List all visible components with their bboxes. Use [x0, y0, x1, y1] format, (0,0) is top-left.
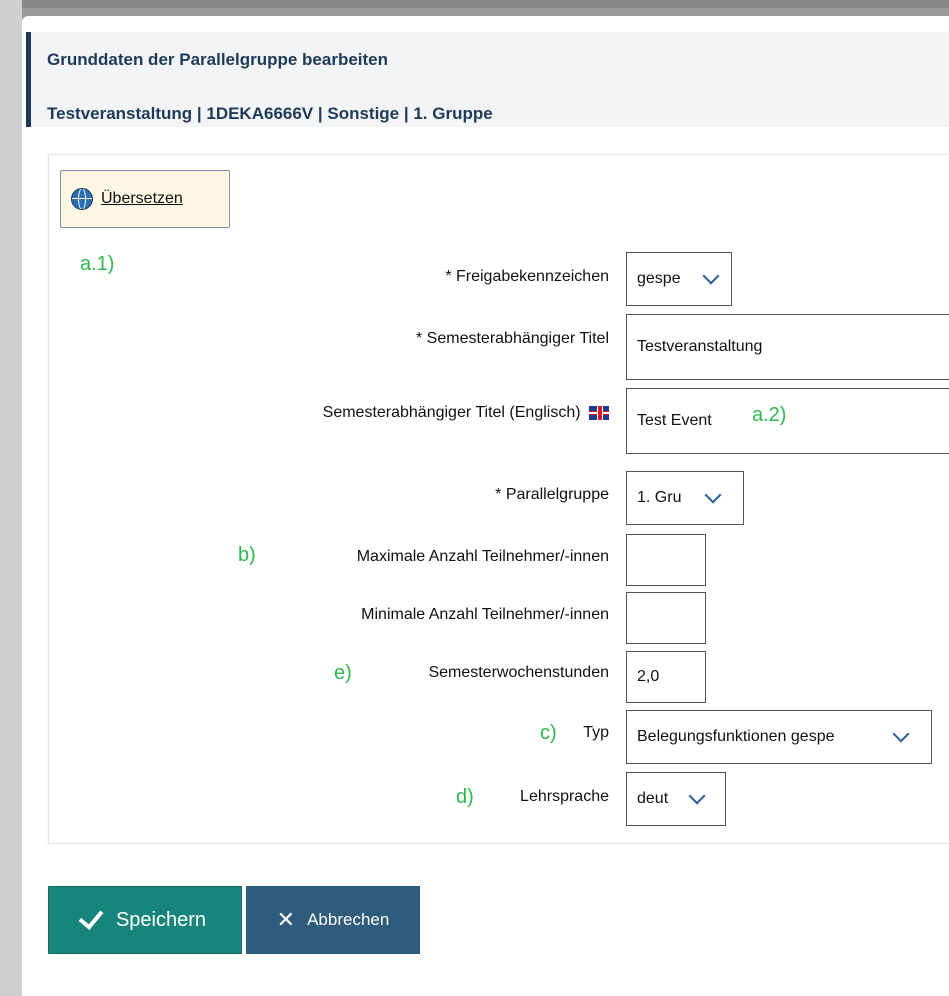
sws-input[interactable]: 2,0: [626, 651, 706, 703]
freigabe-select[interactable]: gespe: [626, 252, 732, 306]
parallelgruppe-select[interactable]: 1. Gru: [626, 471, 744, 525]
chevron-down-icon: [702, 267, 720, 285]
title-de-label: * Semesterabhängiger Titel: [416, 330, 609, 347]
background-strip: [0, 0, 22, 996]
save-button[interactable]: Speichern: [48, 886, 242, 954]
chevron-down-icon: [688, 787, 706, 805]
close-icon: ✕: [276, 907, 296, 932]
title-en-input[interactable]: Test Event: [626, 388, 949, 454]
translate-button-label: Übersetzen: [101, 190, 183, 207]
lehrsprache-select[interactable]: deut: [626, 772, 726, 826]
typ-value: Belegungsfunktionen gespe: [637, 728, 835, 745]
lehrsprache-label: Lehrsprache: [520, 788, 609, 805]
max-teilnehmer-label: Maximale Anzahl Teilnehmer/-innen: [356, 548, 609, 565]
annotation-d: d): [456, 786, 474, 808]
freigabe-label: * Freigabekennzeichen: [445, 268, 609, 285]
dialog-subtitle: Testveranstaltung | 1DEKA6666V | Sonstig…: [47, 104, 493, 123]
save-button-label: Speichern: [115, 908, 207, 931]
parallelgruppe-value: 1. Gru: [637, 489, 682, 506]
annotation-b: b): [238, 544, 256, 566]
dialog-title: Grunddaten der Parallelgruppe bearbeiten: [47, 50, 389, 69]
chevron-down-icon: [704, 486, 722, 504]
cancel-button-label: Abbrechen: [307, 910, 390, 929]
translate-button[interactable]: Übersetzen: [60, 170, 230, 228]
min-teilnehmer-input[interactable]: [626, 592, 706, 644]
cancel-button[interactable]: ✕ Abbrechen: [246, 886, 420, 954]
title-en-label-text: Semesterabhängiger Titel (Englisch): [322, 404, 581, 421]
min-teilnehmer-label: Minimale Anzahl Teilnehmer/-innen: [361, 606, 609, 623]
max-teilnehmer-input[interactable]: [626, 534, 706, 586]
typ-select[interactable]: Belegungsfunktionen gespe: [626, 710, 932, 764]
chevron-down-icon: [892, 725, 910, 743]
background-top: [0, 0, 949, 8]
title-en-label: Semesterabhängiger Titel (Englisch): [323, 404, 609, 422]
freigabe-value: gespe: [637, 270, 681, 287]
annotation-c: c): [540, 722, 557, 744]
annotation-e: e): [334, 662, 352, 684]
annotation-a1: a.1): [80, 253, 115, 275]
check-icon: [78, 904, 104, 930]
annotation-a2: a.2): [752, 404, 787, 426]
dialog-header: Grunddaten der Parallelgruppe bearbeiten…: [26, 32, 949, 127]
typ-label: Typ: [583, 724, 609, 741]
uk-flag-icon: [589, 405, 609, 420]
sws-label: Semesterwochenstunden: [428, 664, 609, 681]
parallelgruppe-label: * Parallelgruppe: [495, 486, 609, 503]
title-de-input[interactable]: Testveranstaltung: [626, 314, 949, 380]
lehrsprache-value: deut: [637, 790, 669, 807]
globe-icon: [71, 188, 93, 210]
